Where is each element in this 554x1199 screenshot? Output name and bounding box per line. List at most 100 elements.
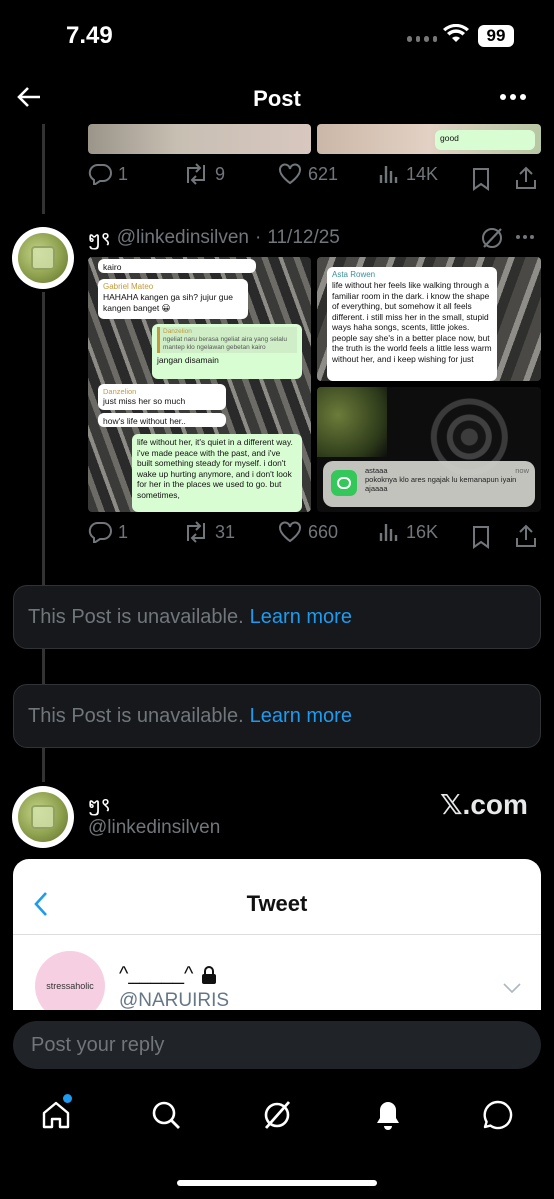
repost-icon bbox=[187, 163, 205, 185]
bookmark-icon[interactable] bbox=[471, 525, 491, 549]
post-image[interactable]: astaaa now pokoknya klo ares ngajak lu ke… bbox=[317, 387, 541, 512]
repost-button[interactable]: 31 bbox=[183, 521, 235, 543]
chat-bubble: Danzelion ngeliat naru berasa ngeliat ai… bbox=[152, 324, 302, 379]
views-button[interactable]: 16K bbox=[378, 521, 438, 543]
tab-home[interactable] bbox=[38, 1094, 74, 1133]
reply-button[interactable]: 1 bbox=[88, 163, 128, 185]
post-image[interactable]: good bbox=[317, 124, 541, 154]
sender-name: Gabriel Mateo bbox=[103, 282, 154, 291]
unavailable-post-notice: This Post is unavailable. Learn more bbox=[13, 684, 541, 748]
post-actions: 1 9 621 14K bbox=[88, 163, 538, 197]
post-more-icon[interactable] bbox=[516, 235, 534, 239]
notification-text: pokoknya klo ares ngajak lu kemanapun iy… bbox=[365, 475, 517, 493]
foliage bbox=[317, 387, 387, 457]
views-button[interactable]: 14K bbox=[378, 163, 438, 185]
reply-icon bbox=[88, 164, 112, 185]
reply-input[interactable]: Post your reply bbox=[13, 1021, 541, 1069]
wifi-icon bbox=[443, 24, 469, 42]
unavailable-text: This Post is unavailable. bbox=[28, 605, 244, 628]
chat-bubble: good bbox=[435, 130, 535, 150]
chat-bubble: life without her, it's quiet in a differ… bbox=[132, 434, 302, 512]
sender-name: Asta Rowen bbox=[332, 270, 376, 279]
xcom-watermark: 𝕏.com bbox=[440, 789, 528, 820]
repost-count: 9 bbox=[215, 163, 226, 184]
like-count: 621 bbox=[308, 163, 339, 184]
reply-button[interactable]: 1 bbox=[88, 521, 128, 543]
quoted-sender: Danzelion bbox=[163, 328, 192, 335]
post-header: ໆ९ @linkedinsilven · 11/12/25 bbox=[88, 225, 340, 251]
avatar[interactable] bbox=[12, 227, 74, 289]
card-handle: @NARUIRIS bbox=[119, 990, 230, 1011]
chat-bubble-text: HAHAHA kangen ga sih? jujur gue kangen b… bbox=[103, 292, 233, 313]
like-count: 660 bbox=[308, 521, 339, 542]
learn-more-link[interactable]: Learn more bbox=[250, 606, 352, 629]
chat-bubble-text: good bbox=[440, 133, 459, 143]
chat-bubble: kairo bbox=[98, 259, 256, 273]
tab-messages[interactable] bbox=[480, 1097, 516, 1133]
search-icon bbox=[152, 1101, 180, 1129]
tab-grok[interactable] bbox=[259, 1097, 295, 1133]
reply-count: 1 bbox=[118, 521, 129, 542]
cellular-signal-icon bbox=[407, 36, 437, 44]
post-date: 11/12/25 bbox=[267, 227, 340, 248]
message-app-icon bbox=[331, 470, 357, 496]
home-icon bbox=[42, 1101, 70, 1129]
repost-count: 31 bbox=[215, 521, 236, 542]
date-separator: · bbox=[254, 227, 262, 248]
chevron-down-icon bbox=[503, 983, 521, 993]
unavailable-text: This Post is unavailable. bbox=[28, 704, 244, 727]
grok-icon bbox=[264, 1101, 291, 1129]
thread-line bbox=[42, 124, 45, 214]
avatar[interactable] bbox=[12, 786, 74, 848]
embedded-screenshot[interactable]: Tweet stressaholic ^_____^ @NARUIRIS bbox=[13, 859, 541, 1019]
learn-more-link[interactable]: Learn more bbox=[250, 705, 352, 728]
like-icon bbox=[279, 521, 301, 543]
views-count: 14K bbox=[406, 163, 439, 184]
like-icon bbox=[279, 163, 301, 185]
status-bar: 7.49 99 bbox=[0, 0, 554, 70]
views-icon bbox=[379, 524, 398, 541]
chat-bubble: how's life without her.. bbox=[98, 413, 226, 427]
chat-bubble-text: kairo bbox=[103, 262, 122, 272]
repost-button[interactable]: 9 bbox=[183, 163, 225, 185]
chat-bubble-text: life without her feels like walking thro… bbox=[332, 280, 492, 364]
display-name[interactable]: ໆ९ bbox=[88, 225, 111, 251]
like-button[interactable]: 621 bbox=[278, 163, 338, 185]
chat-bubble: Gabriel Mateo HAHAHA kangen ga sih? juju… bbox=[98, 279, 248, 319]
chat-bubble-text: just miss her so much bbox=[103, 396, 186, 407]
chat-bubble-text: how's life without her.. bbox=[103, 416, 186, 426]
unavailable-post-notice: This Post is unavailable. Learn more bbox=[13, 585, 541, 649]
chat-bubble: Danzelion just miss her so much bbox=[98, 384, 226, 410]
views-count: 16K bbox=[406, 521, 439, 542]
page-title: Post bbox=[253, 86, 301, 111]
post-image[interactable]: Asta Rowen life without her feels like w… bbox=[317, 257, 541, 381]
messages-icon bbox=[483, 1100, 513, 1130]
share-icon[interactable] bbox=[514, 524, 538, 548]
post-image[interactable] bbox=[88, 124, 311, 154]
card-name: ^_____^ bbox=[119, 963, 194, 985]
sender-name: Danzelion bbox=[103, 387, 137, 396]
notification-banner: astaaa now pokoknya klo ares ngajak lu ke… bbox=[323, 461, 535, 507]
display-name[interactable]: ໆ९ bbox=[88, 791, 111, 817]
like-button[interactable]: 660 bbox=[278, 521, 338, 543]
repost-icon bbox=[187, 521, 205, 543]
home-indicator bbox=[177, 1180, 377, 1186]
card-name-row: ^_____^ bbox=[119, 963, 217, 986]
tab-search[interactable] bbox=[148, 1097, 184, 1133]
card-avatar: stressaholic bbox=[35, 951, 105, 1019]
more-icon[interactable] bbox=[500, 94, 526, 100]
notification-title: astaaa bbox=[365, 466, 388, 475]
notification-time: now bbox=[515, 466, 529, 475]
notification-dot bbox=[63, 1094, 72, 1103]
views-icon bbox=[379, 166, 398, 183]
chat-bubble-text: life without her, it's quiet in a differ… bbox=[137, 437, 293, 500]
tab-notifications[interactable] bbox=[370, 1097, 406, 1133]
share-icon[interactable] bbox=[514, 166, 538, 190]
bookmark-icon[interactable] bbox=[471, 167, 491, 191]
post-image[interactable]: kairo Gabriel Mateo HAHAHA kangen ga sih… bbox=[88, 257, 311, 512]
battery-indicator: 99 bbox=[478, 25, 514, 47]
status-time: 7.49 bbox=[66, 22, 113, 49]
grok-icon[interactable] bbox=[480, 226, 504, 250]
handle[interactable]: @linkedinsilven bbox=[117, 227, 249, 249]
handle[interactable]: @linkedinsilven bbox=[88, 817, 220, 839]
